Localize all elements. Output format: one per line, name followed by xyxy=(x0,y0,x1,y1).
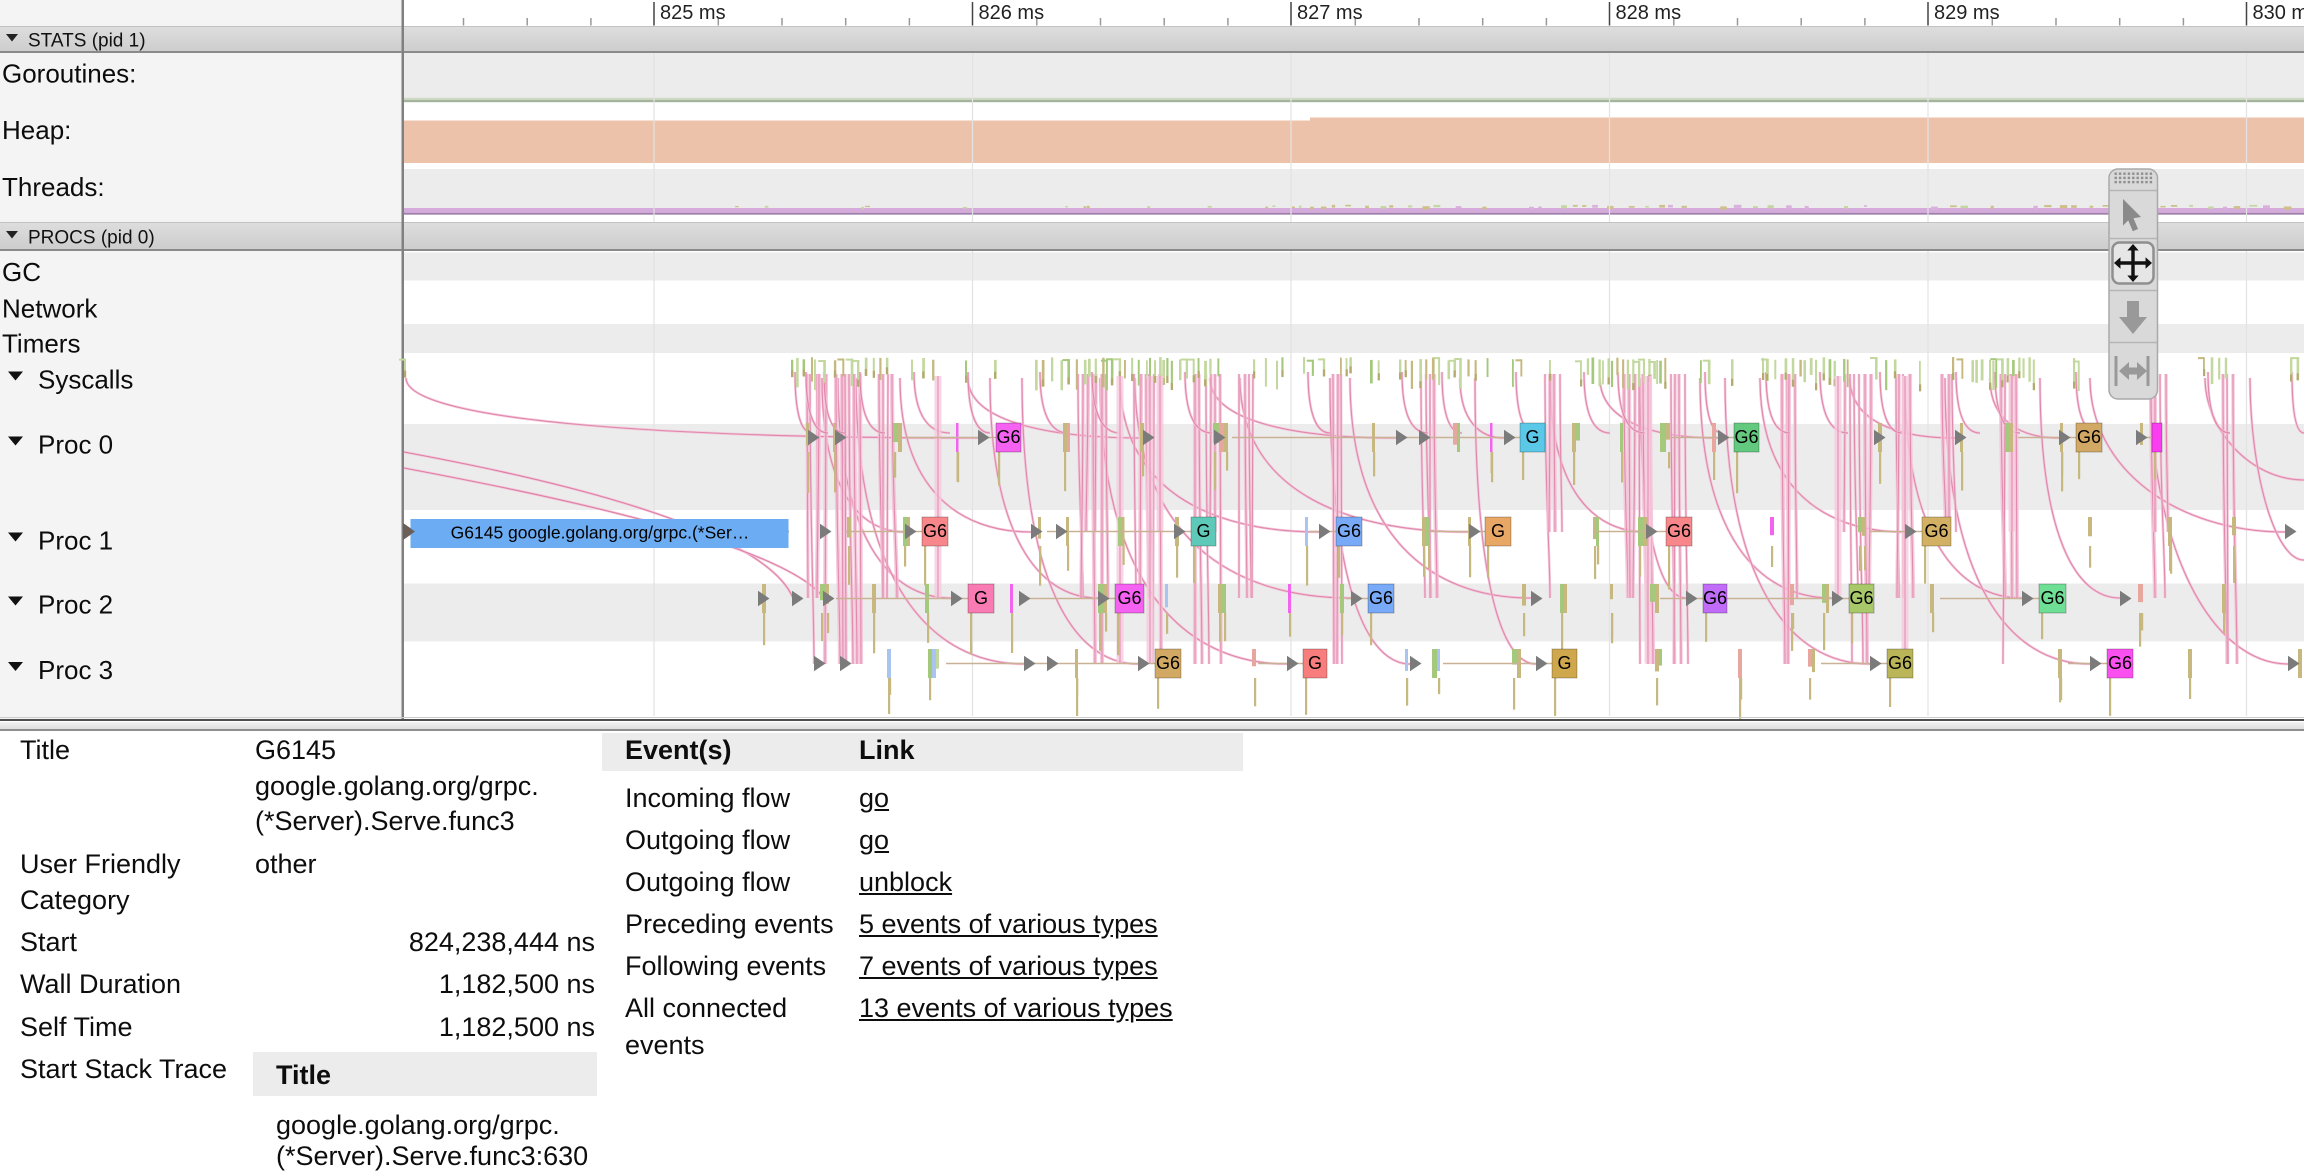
svg-text:G6: G6 xyxy=(1667,521,1691,541)
svg-text:G6: G6 xyxy=(996,427,1020,447)
svg-text:G: G xyxy=(974,588,988,608)
svg-text:G6: G6 xyxy=(2108,653,2132,673)
svg-text:G6: G6 xyxy=(1703,588,1727,608)
svg-text:G: G xyxy=(1525,427,1539,447)
svg-text:G6: G6 xyxy=(2077,427,2101,447)
svg-text:G: G xyxy=(1491,521,1505,541)
svg-text:PROCS (pid 0): PROCS (pid 0) xyxy=(28,228,155,249)
svg-text:G6145 google.golang.org/grpc.(: G6145 google.golang.org/grpc.(*Ser… xyxy=(451,523,750,543)
svg-text:G6: G6 xyxy=(1156,653,1180,673)
svg-text:830 ms: 830 ms xyxy=(2253,2,2304,24)
svg-text:827 ms: 827 ms xyxy=(1297,2,1363,24)
svg-text:G6: G6 xyxy=(1924,521,1948,541)
svg-text:Threads:: Threads: xyxy=(2,172,105,202)
svg-text:Timers: Timers xyxy=(2,329,80,359)
svg-text:Goroutines:: Goroutines: xyxy=(2,59,136,89)
svg-text:G6: G6 xyxy=(923,521,947,541)
svg-text:829 ms: 829 ms xyxy=(1934,2,2000,24)
svg-text:STATS (pid 1): STATS (pid 1) xyxy=(28,31,146,52)
svg-text:G6: G6 xyxy=(1337,521,1361,541)
svg-text:G6: G6 xyxy=(1888,653,1912,673)
svg-text:G6: G6 xyxy=(1117,588,1141,608)
svg-text:GC: GC xyxy=(2,257,41,287)
svg-text:Syscalls: Syscalls xyxy=(38,365,133,395)
svg-text:Proc 0: Proc 0 xyxy=(38,430,113,460)
svg-text:G6: G6 xyxy=(1849,588,1873,608)
svg-text:826 ms: 826 ms xyxy=(979,2,1045,24)
svg-text:Proc 2: Proc 2 xyxy=(38,590,113,620)
svg-text:Proc 1: Proc 1 xyxy=(38,526,113,556)
svg-text:Network: Network xyxy=(2,294,98,324)
svg-text:828 ms: 828 ms xyxy=(1616,2,1682,24)
svg-text:Proc 3: Proc 3 xyxy=(38,655,113,685)
svg-text:825 ms: 825 ms xyxy=(660,2,726,24)
svg-text:G: G xyxy=(1557,653,1571,673)
svg-text:G: G xyxy=(1308,653,1322,673)
svg-text:Heap:: Heap: xyxy=(2,115,71,145)
svg-text:G6: G6 xyxy=(1734,427,1758,447)
svg-text:G: G xyxy=(1196,521,1210,541)
svg-text:G6: G6 xyxy=(2040,588,2064,608)
svg-text:G6: G6 xyxy=(1369,588,1393,608)
